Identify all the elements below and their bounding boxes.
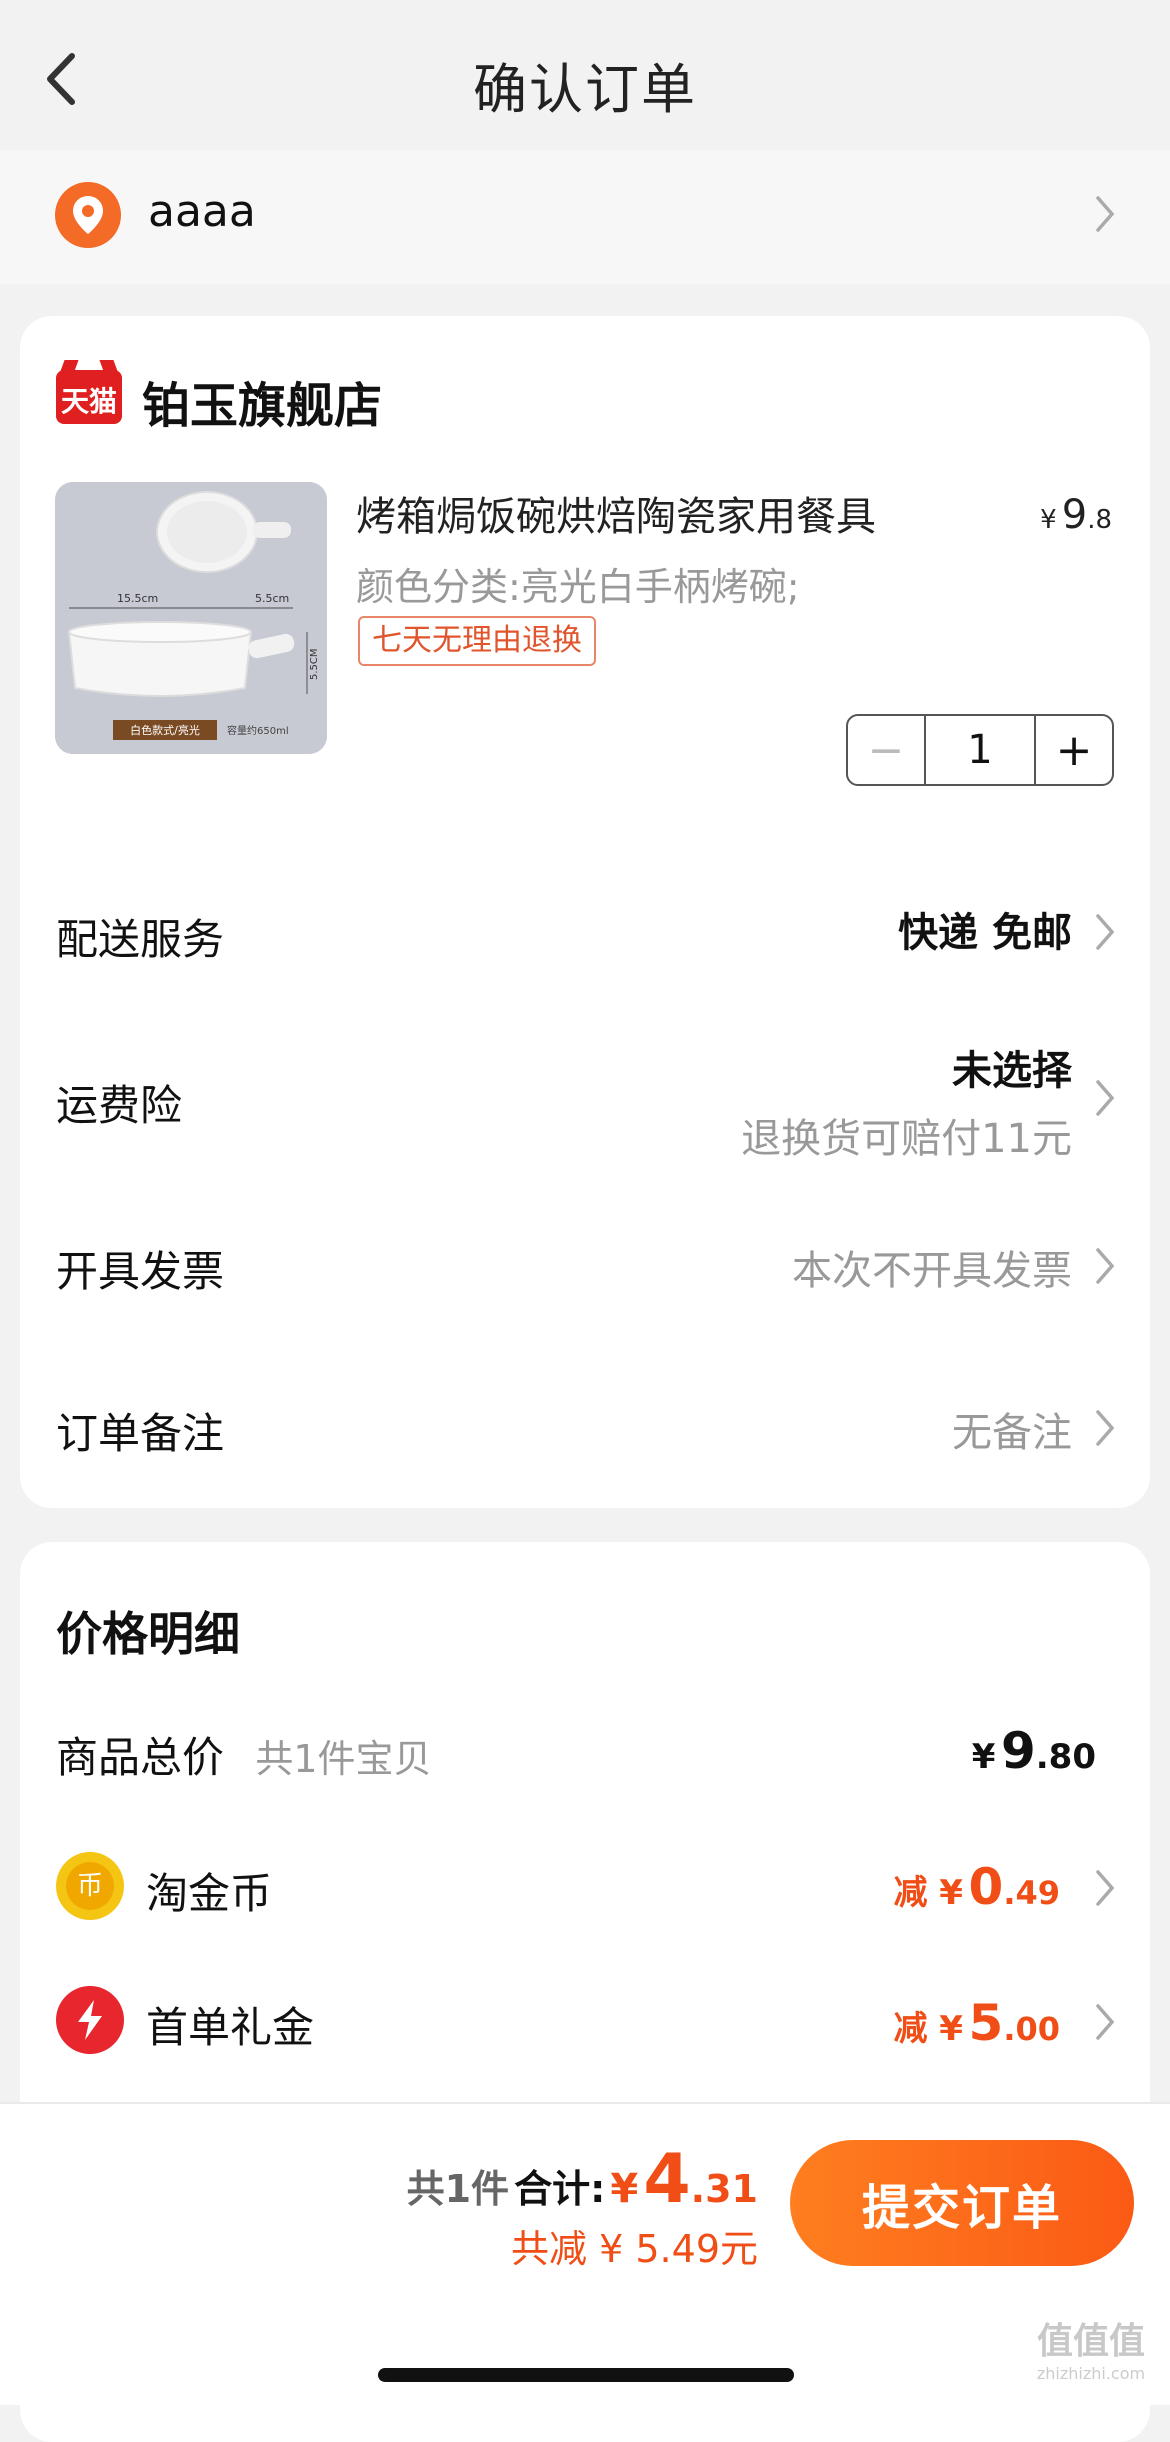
svg-text:白色款式/亮光: 白色款式/亮光 — [130, 723, 200, 737]
tmall-logo: 天猫 — [56, 360, 122, 424]
gift-label: 首单礼金 — [146, 2003, 315, 2052]
delivery-value[interactable]: 快递 免邮 — [898, 900, 1072, 958]
order-total: 共1件 合计: ¥ 4.31 — [406, 2140, 758, 2219]
location-pin-icon — [55, 182, 121, 248]
coin-label: 淘金币 — [146, 1869, 273, 1918]
insurance-sub: 退换货可赔付11元 — [741, 1116, 1072, 1162]
insurance-value[interactable]: 未选择 — [952, 1038, 1072, 1096]
quantity-stepper: − 1 + — [846, 714, 1114, 786]
coin-icon: 币 — [56, 1852, 124, 1920]
gift-discount[interactable]: 减 ¥ 5.00 — [893, 1994, 1060, 2052]
store-name[interactable]: 铂玉旗舰店 — [142, 366, 382, 436]
remark-label: 订单备注 — [56, 1409, 225, 1458]
home-indicator[interactable] — [378, 2368, 794, 2382]
product-price: ¥ 9.8 — [1040, 492, 1112, 538]
nav-header: 确认订单 — [0, 0, 1170, 150]
chevron-right-icon[interactable] — [1094, 1078, 1116, 1118]
decrease-button[interactable]: − — [848, 716, 926, 784]
goods-total-value: ¥ 9.80 — [971, 1722, 1096, 1780]
price-detail-title: 价格明细 — [56, 1607, 240, 1661]
increase-button[interactable]: + — [1036, 716, 1112, 784]
page-title: 确认订单 — [473, 58, 697, 121]
return-policy-tag: 七天无理由退换 — [358, 616, 596, 666]
svg-text:容量约650ml: 容量约650ml — [227, 724, 289, 737]
chevron-right-icon[interactable] — [1094, 1408, 1116, 1448]
goods-count: 共1件宝贝 — [255, 1737, 432, 1781]
chevron-right-icon[interactable] — [1094, 1868, 1116, 1908]
invoice-value[interactable]: 本次不开具发票 — [792, 1238, 1072, 1296]
coin-discount[interactable]: 减 ¥ 0.49 — [893, 1858, 1060, 1916]
product-image[interactable]: 15.5cm 5.5cm 5.5CM 白色款式/亮光 容量约650ml — [55, 482, 327, 754]
invoice-label: 开具发票 — [56, 1247, 225, 1296]
chevron-right-icon[interactable] — [1094, 1246, 1116, 1286]
submit-order-button[interactable]: 提交订单 — [790, 2140, 1134, 2266]
product-title[interactable]: 烤箱焗饭碗烘焙陶瓷家用餐具 — [356, 484, 876, 542]
svg-text:15.5cm: 15.5cm — [117, 592, 158, 605]
chevron-right-icon[interactable] — [1094, 2002, 1116, 2042]
goods-total-label: 商品总价 共1件宝贝 — [56, 1733, 432, 1782]
delivery-label: 配送服务 — [56, 915, 225, 964]
svg-text:5.5CM: 5.5CM — [309, 648, 320, 680]
quantity-value[interactable]: 1 — [926, 716, 1036, 784]
watermark: 值值值 zhizhizhi.com — [1036, 2321, 1146, 2383]
remark-value[interactable]: 无备注 — [952, 1400, 1072, 1458]
address-text[interactable]: aaaa — [148, 186, 256, 237]
svg-text:5.5cm: 5.5cm — [255, 592, 289, 605]
total-saved: 共减 ¥ 5.49元 — [511, 2227, 758, 2271]
product-variant[interactable]: 颜色分类:亮光白手柄烤碗; — [356, 556, 800, 611]
chevron-right-icon[interactable] — [1094, 912, 1116, 952]
lightning-icon — [56, 1986, 124, 2054]
insurance-label: 运费险 — [56, 1081, 183, 1130]
chevron-right-icon[interactable] — [1094, 194, 1116, 234]
